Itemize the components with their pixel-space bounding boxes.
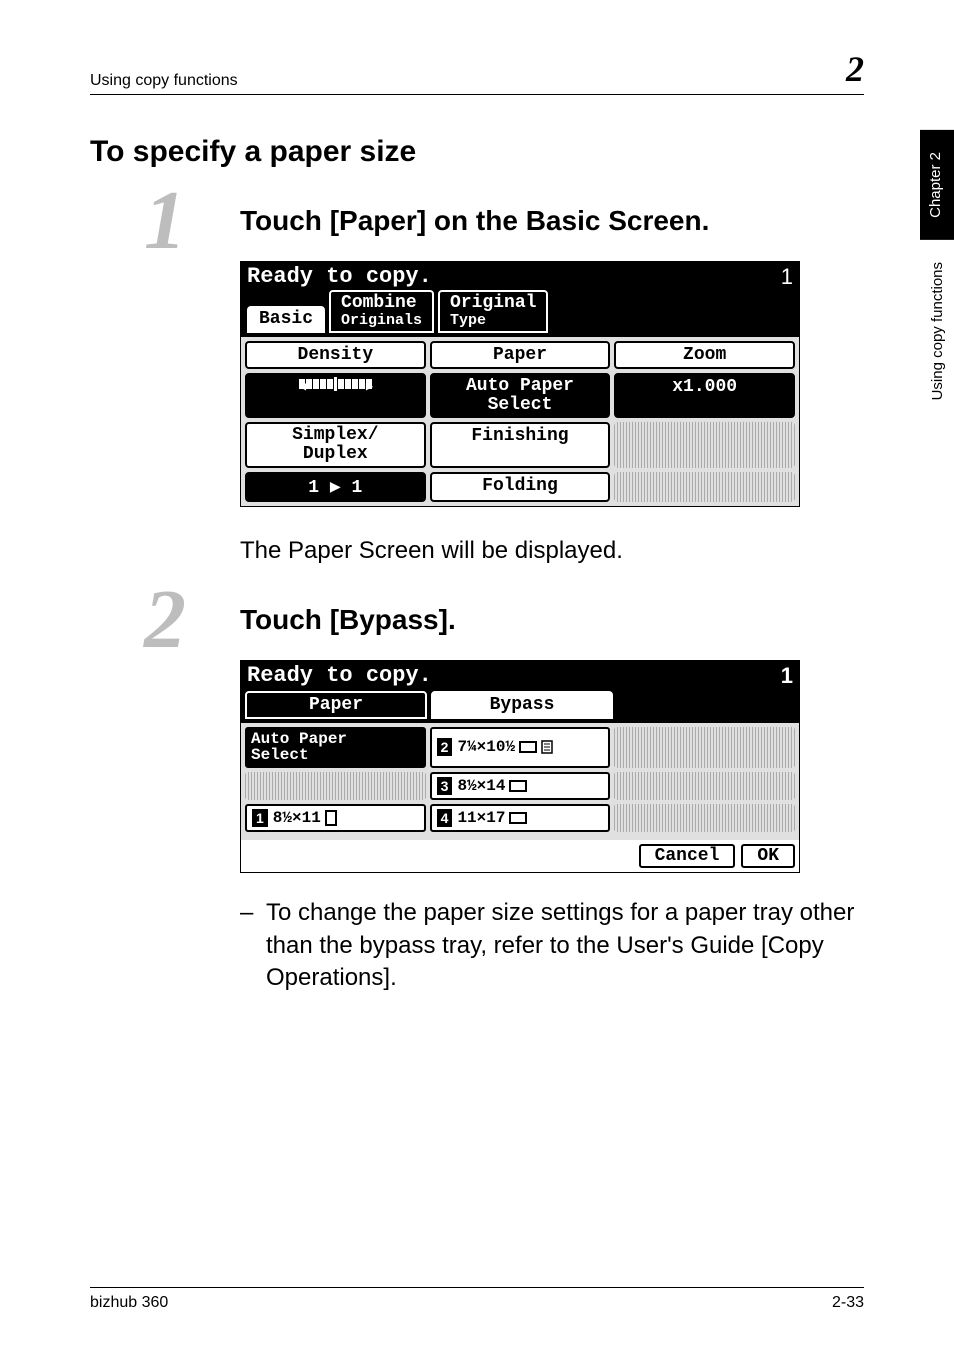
empty-cell [614, 422, 795, 468]
paper-screen: Ready to copy. 1 Paper Bypass Auto Paper… [240, 660, 800, 874]
tray-index: 4 [436, 808, 454, 828]
tray-size: 7¼×10½ [457, 738, 515, 756]
tray-3-chip[interactable]: 3 8½×14 [430, 772, 611, 800]
folding-button[interactable]: Folding [430, 472, 611, 502]
finishing-button[interactable]: Finishing [430, 422, 611, 468]
tray-index: 3 [436, 776, 454, 796]
one-to-one-indicator: 1 ▶ 1 [245, 472, 426, 502]
step-body-text: The Paper Screen will be displayed. [240, 535, 864, 567]
paper-button[interactable]: Paper [430, 341, 611, 369]
tray-size: 11×17 [457, 809, 505, 827]
step-number: 2 [90, 586, 240, 653]
ok-button[interactable]: OK [741, 844, 795, 868]
tab-paper[interactable]: Paper [245, 691, 427, 719]
step-heading: Touch [Paper] on the Basic Screen. [240, 187, 864, 237]
side-tab-chapter: Chapter 2 [920, 130, 954, 240]
tray-1-chip[interactable]: 1 8½×11 [245, 804, 426, 832]
zoom-value: x1.000 [614, 373, 795, 419]
empty-chip [614, 804, 795, 832]
portrait-doc-icon [541, 740, 553, 754]
copy-count: 1 [781, 663, 793, 689]
landscape-icon [509, 811, 527, 825]
portrait-icon [325, 810, 337, 826]
landscape-icon [519, 740, 537, 754]
status-ready: Ready to copy. [247, 264, 432, 289]
tab-combine-originals[interactable]: Combine Originals [329, 290, 434, 333]
tab-bypass[interactable]: Bypass [431, 691, 613, 719]
header-running-title: Using copy functions [90, 72, 238, 90]
auto-paper-select-chip[interactable]: Auto Paper Select [245, 727, 426, 769]
auto-paper-select-button[interactable]: Auto Paper Select [430, 373, 611, 419]
tray-size: 8½×14 [457, 777, 505, 795]
side-tab-section: Using copy functions [920, 240, 954, 422]
tray-index: 2 [436, 737, 454, 757]
step-heading: Touch [Bypass]. [240, 586, 864, 636]
cancel-button[interactable]: Cancel [639, 844, 736, 868]
tab-originals-label: Originals [341, 313, 422, 329]
footer-model: bizhub 360 [90, 1294, 168, 1312]
copy-count: 1 [781, 264, 793, 290]
step-number: 1 [90, 187, 240, 254]
tab-type-label: Type [450, 313, 536, 329]
basic-screen: Ready to copy. 1 Basic Combine Originals… [240, 261, 800, 507]
empty-chip [614, 727, 795, 769]
tab-combine-label: Combine [341, 293, 417, 313]
status-ready: Ready to copy. [247, 663, 432, 689]
tray-4-chip[interactable]: 4 11×17 [430, 804, 611, 832]
bullet-dash: – [240, 897, 266, 994]
tray-index: 1 [251, 808, 269, 828]
header-chapter-number: 2 [846, 48, 864, 90]
empty-cell [614, 472, 795, 502]
density-indicator: ◀▶ [245, 373, 426, 419]
side-tab: Chapter 2 Using copy functions [920, 130, 954, 422]
empty-chip [614, 772, 795, 800]
tray-2-chip[interactable]: 2 7¼×10½ [430, 727, 611, 769]
step-bullet-text: To change the paper size settings for a … [266, 897, 864, 994]
landscape-icon [509, 779, 527, 793]
zoom-button[interactable]: Zoom [614, 341, 795, 369]
empty-chip [245, 772, 426, 800]
tab-basic[interactable]: Basic [247, 306, 325, 333]
footer-page-number: 2-33 [832, 1294, 864, 1312]
simplex-duplex-button[interactable]: Simplex/ Duplex [245, 422, 426, 468]
section-title: To specify a paper size [90, 135, 864, 169]
tray-size: 8½×11 [273, 809, 321, 827]
tab-original-label: Original [450, 293, 536, 313]
density-button[interactable]: Density [245, 341, 426, 369]
tab-original-type[interactable]: Original Type [438, 290, 548, 333]
